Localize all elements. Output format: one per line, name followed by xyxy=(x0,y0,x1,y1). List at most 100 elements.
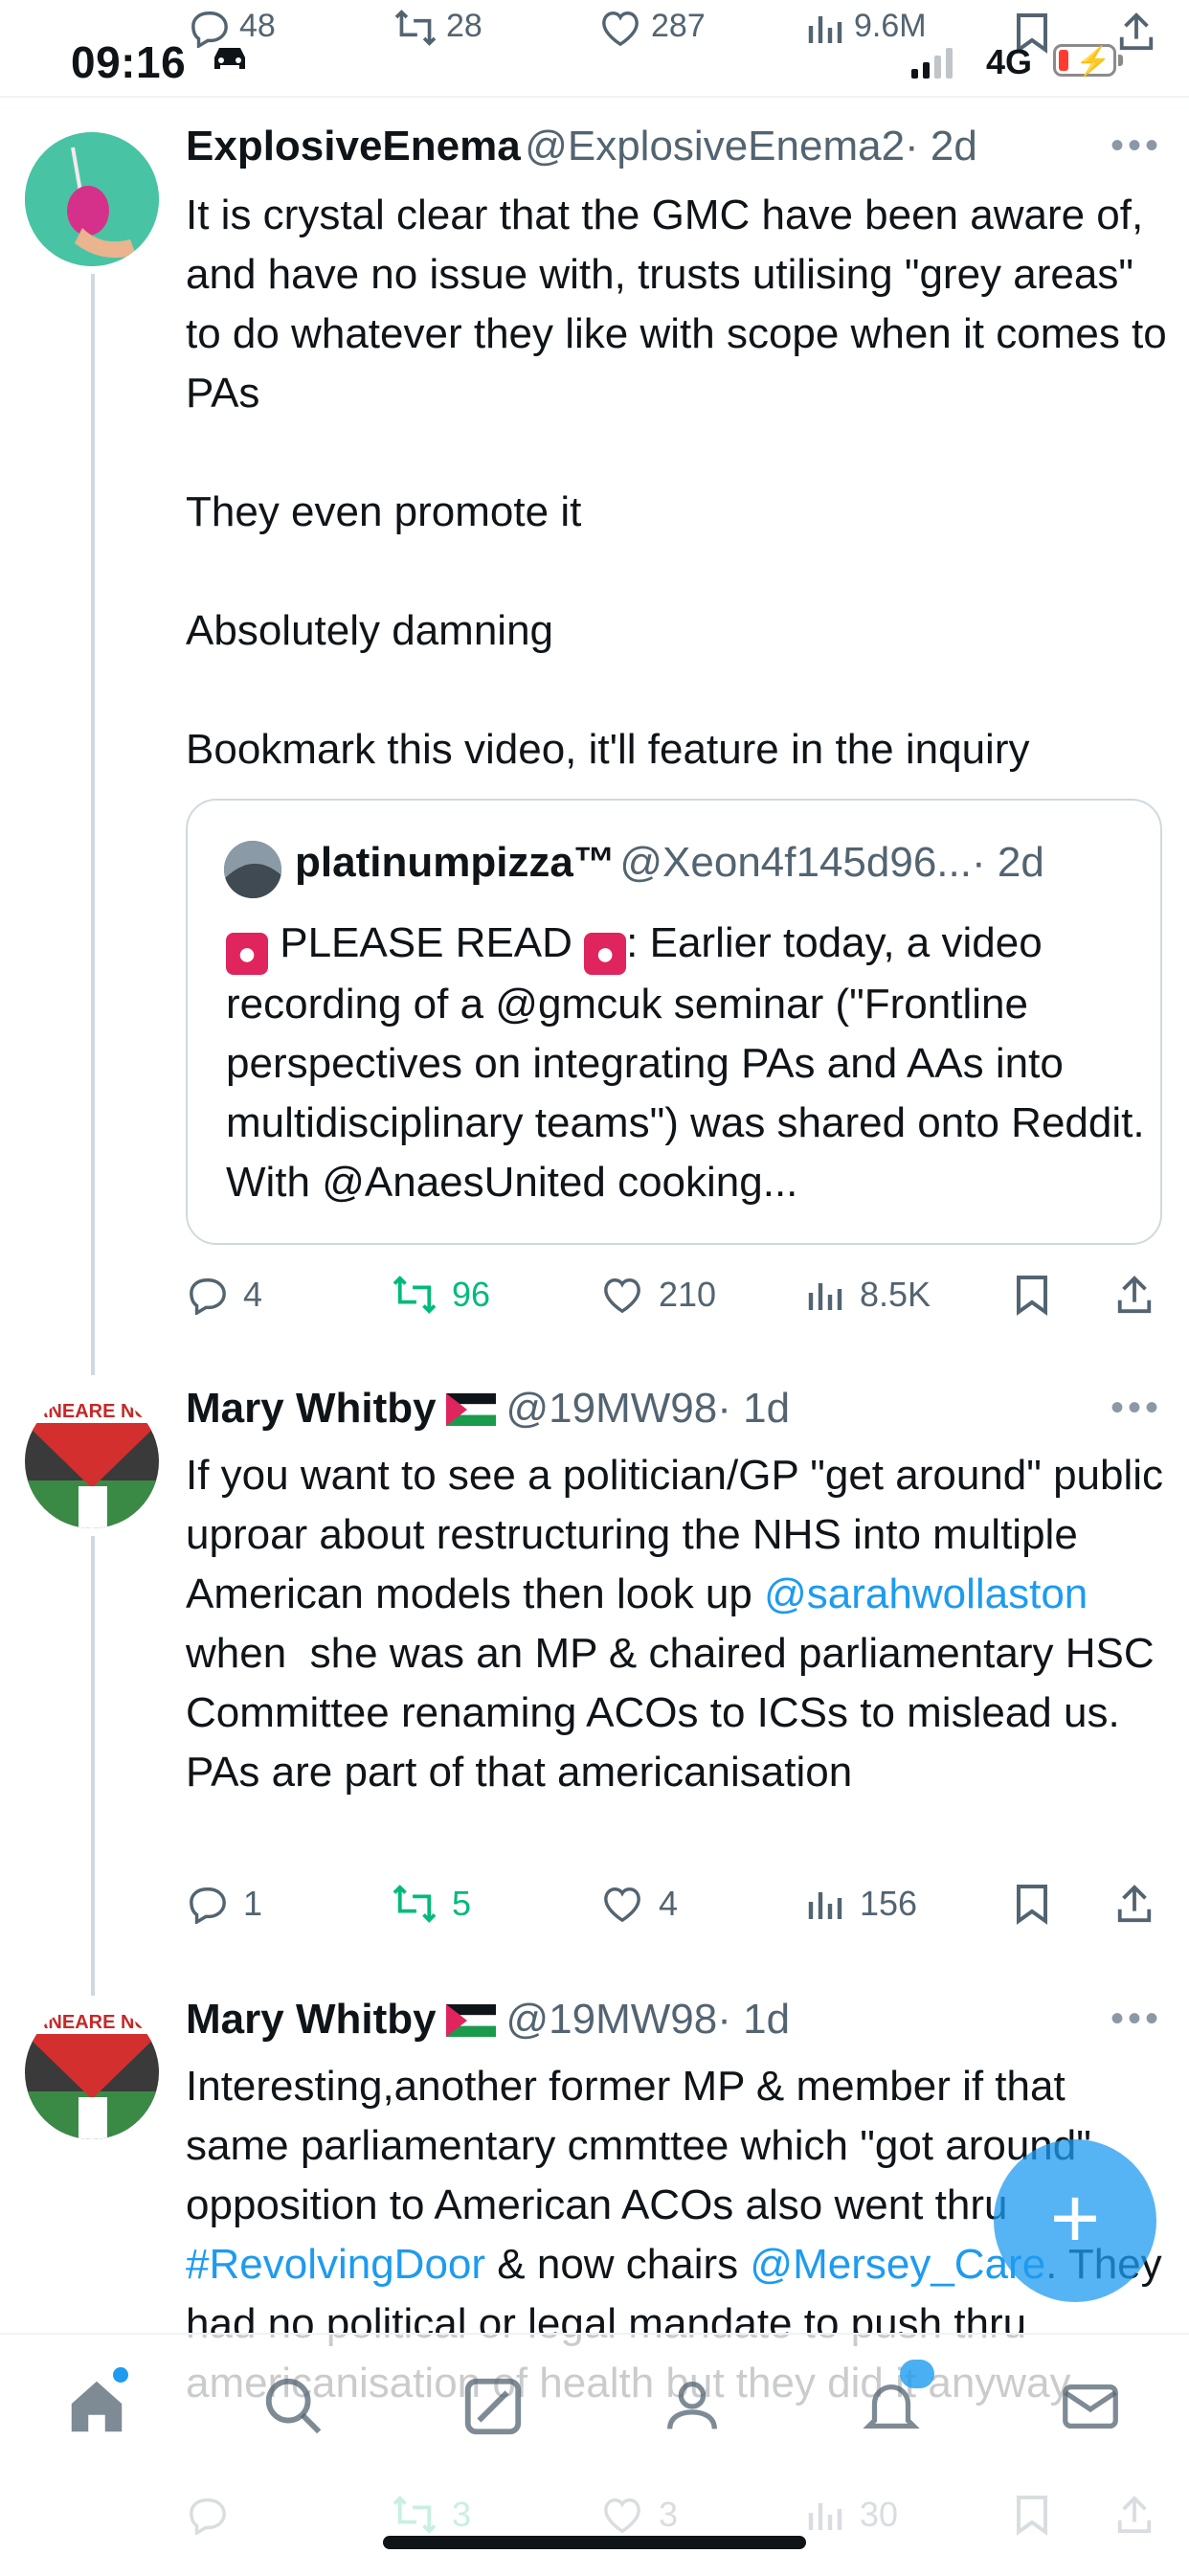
hashtag-link[interactable]: #RevolvingDoor xyxy=(186,2241,485,2288)
quote-header: platinumpizza™ @Xeon4f145d96...· 2d xyxy=(295,839,1156,887)
quote-text-lead: PLEASE READ xyxy=(280,919,572,966)
reply-count: 4 xyxy=(243,1275,263,1314)
quote-time: · 2d xyxy=(971,839,1044,886)
tweet-text-part: Interesting,another former MP & member i… xyxy=(186,2063,1091,2228)
author-handle[interactable]: @ExplosiveEnema2 xyxy=(525,123,905,169)
tweet-actions: 4 96 210 8.5K xyxy=(186,1266,1181,1323)
more-options-icon[interactable]: ••• xyxy=(1110,124,1162,168)
avatar-image xyxy=(224,841,281,898)
home-unread-dot xyxy=(113,2367,128,2383)
battery-tip xyxy=(1118,55,1123,66)
avatar-image xyxy=(25,132,159,266)
avatar[interactable] xyxy=(25,132,159,266)
home-indicator[interactable] xyxy=(383,2536,806,2549)
author-handle[interactable]: @19MW98 xyxy=(505,1996,717,2043)
communities-icon xyxy=(667,2382,717,2429)
reply-button[interactable]: 1 xyxy=(186,1875,262,1932)
like-button[interactable]: 4 xyxy=(599,1875,678,1932)
bookmark-button[interactable] xyxy=(1015,1875,1049,1932)
share-icon xyxy=(1117,1276,1152,1314)
like-count: 210 xyxy=(659,1275,717,1314)
tweet-time: · 1d xyxy=(717,1996,791,2043)
avatar[interactable]: ANEARE NO xyxy=(25,2005,159,2139)
compose-button[interactable]: + xyxy=(994,2139,1156,2302)
tweet-header: ExplosiveEnema @ExplosiveEnema2· 2d xyxy=(186,123,1143,180)
palestine-flag-icon xyxy=(446,2004,497,2037)
home-tab[interactable] xyxy=(63,2367,130,2440)
avatar-image: ANEARE NO xyxy=(25,1394,159,1528)
like-icon xyxy=(604,1278,640,1314)
author-name[interactable]: ExplosiveEnema xyxy=(186,123,521,169)
quote-author-handle: @Xeon4f145d96... xyxy=(619,839,972,886)
author-handle[interactable]: @19MW98 xyxy=(505,1385,717,1432)
prev-repost-count[interactable]: 28 xyxy=(393,8,482,47)
bookmark-icon xyxy=(1017,1885,1047,1925)
siren-emoji: ● xyxy=(226,933,268,975)
views-icon xyxy=(808,1283,842,1310)
messages-tab[interactable] xyxy=(1057,2373,1124,2440)
repost-icon xyxy=(394,10,437,46)
more-options-icon[interactable]: ••• xyxy=(1110,1387,1162,1430)
compose-icon: + xyxy=(1049,2171,1101,2267)
bookmark-icon xyxy=(1017,1276,1047,1316)
like-icon xyxy=(602,11,639,47)
like-icon xyxy=(604,1887,640,1923)
notifications-tab[interactable] xyxy=(858,2360,934,2440)
reply-count: 1 xyxy=(243,1884,263,1923)
tweet-header: Mary Whitby @19MW98· 1d xyxy=(186,1996,1143,2044)
like-count: 4 xyxy=(659,1884,679,1923)
search-icon xyxy=(265,2378,322,2434)
reply-icon xyxy=(190,1887,226,1924)
tweet-text: It is crystal clear that the GMC have be… xyxy=(186,192,1167,773)
views-button[interactable]: 8.5K xyxy=(806,1266,931,1323)
quote-text: ● PLEASE READ ●: Earlier today, a video … xyxy=(226,914,1145,1212)
like-button[interactable]: 210 xyxy=(599,1266,716,1323)
quote-avatar xyxy=(224,841,281,898)
share-icon xyxy=(1117,1885,1152,1923)
messages-icon xyxy=(1063,2384,1118,2429)
avatar-image: ANEARE NO xyxy=(25,2005,159,2139)
share-button[interactable] xyxy=(1114,1266,1155,1323)
author-name[interactable]: Mary Whitby xyxy=(186,1385,437,1432)
palestine-flag-icon xyxy=(446,1393,497,1426)
reply-button[interactable]: 4 xyxy=(186,1266,262,1323)
tweet-text-part: & now chairs xyxy=(485,2241,751,2288)
avatar-text: ANEARE NO xyxy=(34,1401,149,1422)
tweet-time: · 1d xyxy=(717,1385,791,1432)
signal-icon xyxy=(911,46,969,79)
tweet-header: Mary Whitby @19MW98· 1d xyxy=(186,1385,1143,1433)
views-button[interactable]: 156 xyxy=(806,1875,917,1932)
bookmark-button[interactable] xyxy=(1015,1266,1049,1323)
tweet-text: If you want to see a politician/GP "get … xyxy=(186,1446,1172,1802)
grok-tab[interactable] xyxy=(460,2373,527,2440)
mention-link[interactable]: @sarahwollaston xyxy=(764,1570,1088,1617)
view-count: 156 xyxy=(860,1884,918,1923)
avatar[interactable]: ANEARE NO xyxy=(25,1394,159,1528)
repost-count: 96 xyxy=(452,1275,491,1314)
repost-button[interactable]: 96 xyxy=(391,1266,490,1323)
home-icon xyxy=(71,2381,123,2432)
tweet-actions: 1 5 4 156 xyxy=(186,1875,1181,1932)
prev-share-button[interactable] xyxy=(1116,10,1156,58)
prev-reply-count[interactable]: 48 xyxy=(188,8,276,50)
share-button[interactable] xyxy=(1114,1875,1155,1932)
repost-count: 5 xyxy=(452,1884,472,1923)
prev-like-count[interactable]: 287 xyxy=(597,8,706,48)
author-name[interactable]: Mary Whitby xyxy=(186,1996,437,2043)
notification-badge xyxy=(900,2360,934,2388)
prev-view-count[interactable]: 9.6M xyxy=(806,8,927,47)
search-tab[interactable] xyxy=(260,2373,327,2440)
clock: 09:16 xyxy=(71,37,187,87)
tweet-time: · 2d xyxy=(905,123,977,169)
reply-icon xyxy=(191,11,228,50)
more-options-icon[interactable]: ••• xyxy=(1110,1998,1162,2041)
status-bar: 48 28 287 9.6M 09:16 4G ⚡ xyxy=(0,0,1189,98)
quote-tweet[interactable]: platinumpizza™ @Xeon4f145d96...· 2d ● PL… xyxy=(186,799,1162,1245)
share-icon xyxy=(1119,12,1154,51)
grok-icon xyxy=(464,2378,522,2435)
views-icon xyxy=(808,16,842,44)
communities-tab[interactable] xyxy=(659,2373,726,2440)
repost-icon xyxy=(393,1885,437,1923)
repost-button[interactable]: 5 xyxy=(391,1875,471,1932)
views-icon xyxy=(808,1892,842,1919)
